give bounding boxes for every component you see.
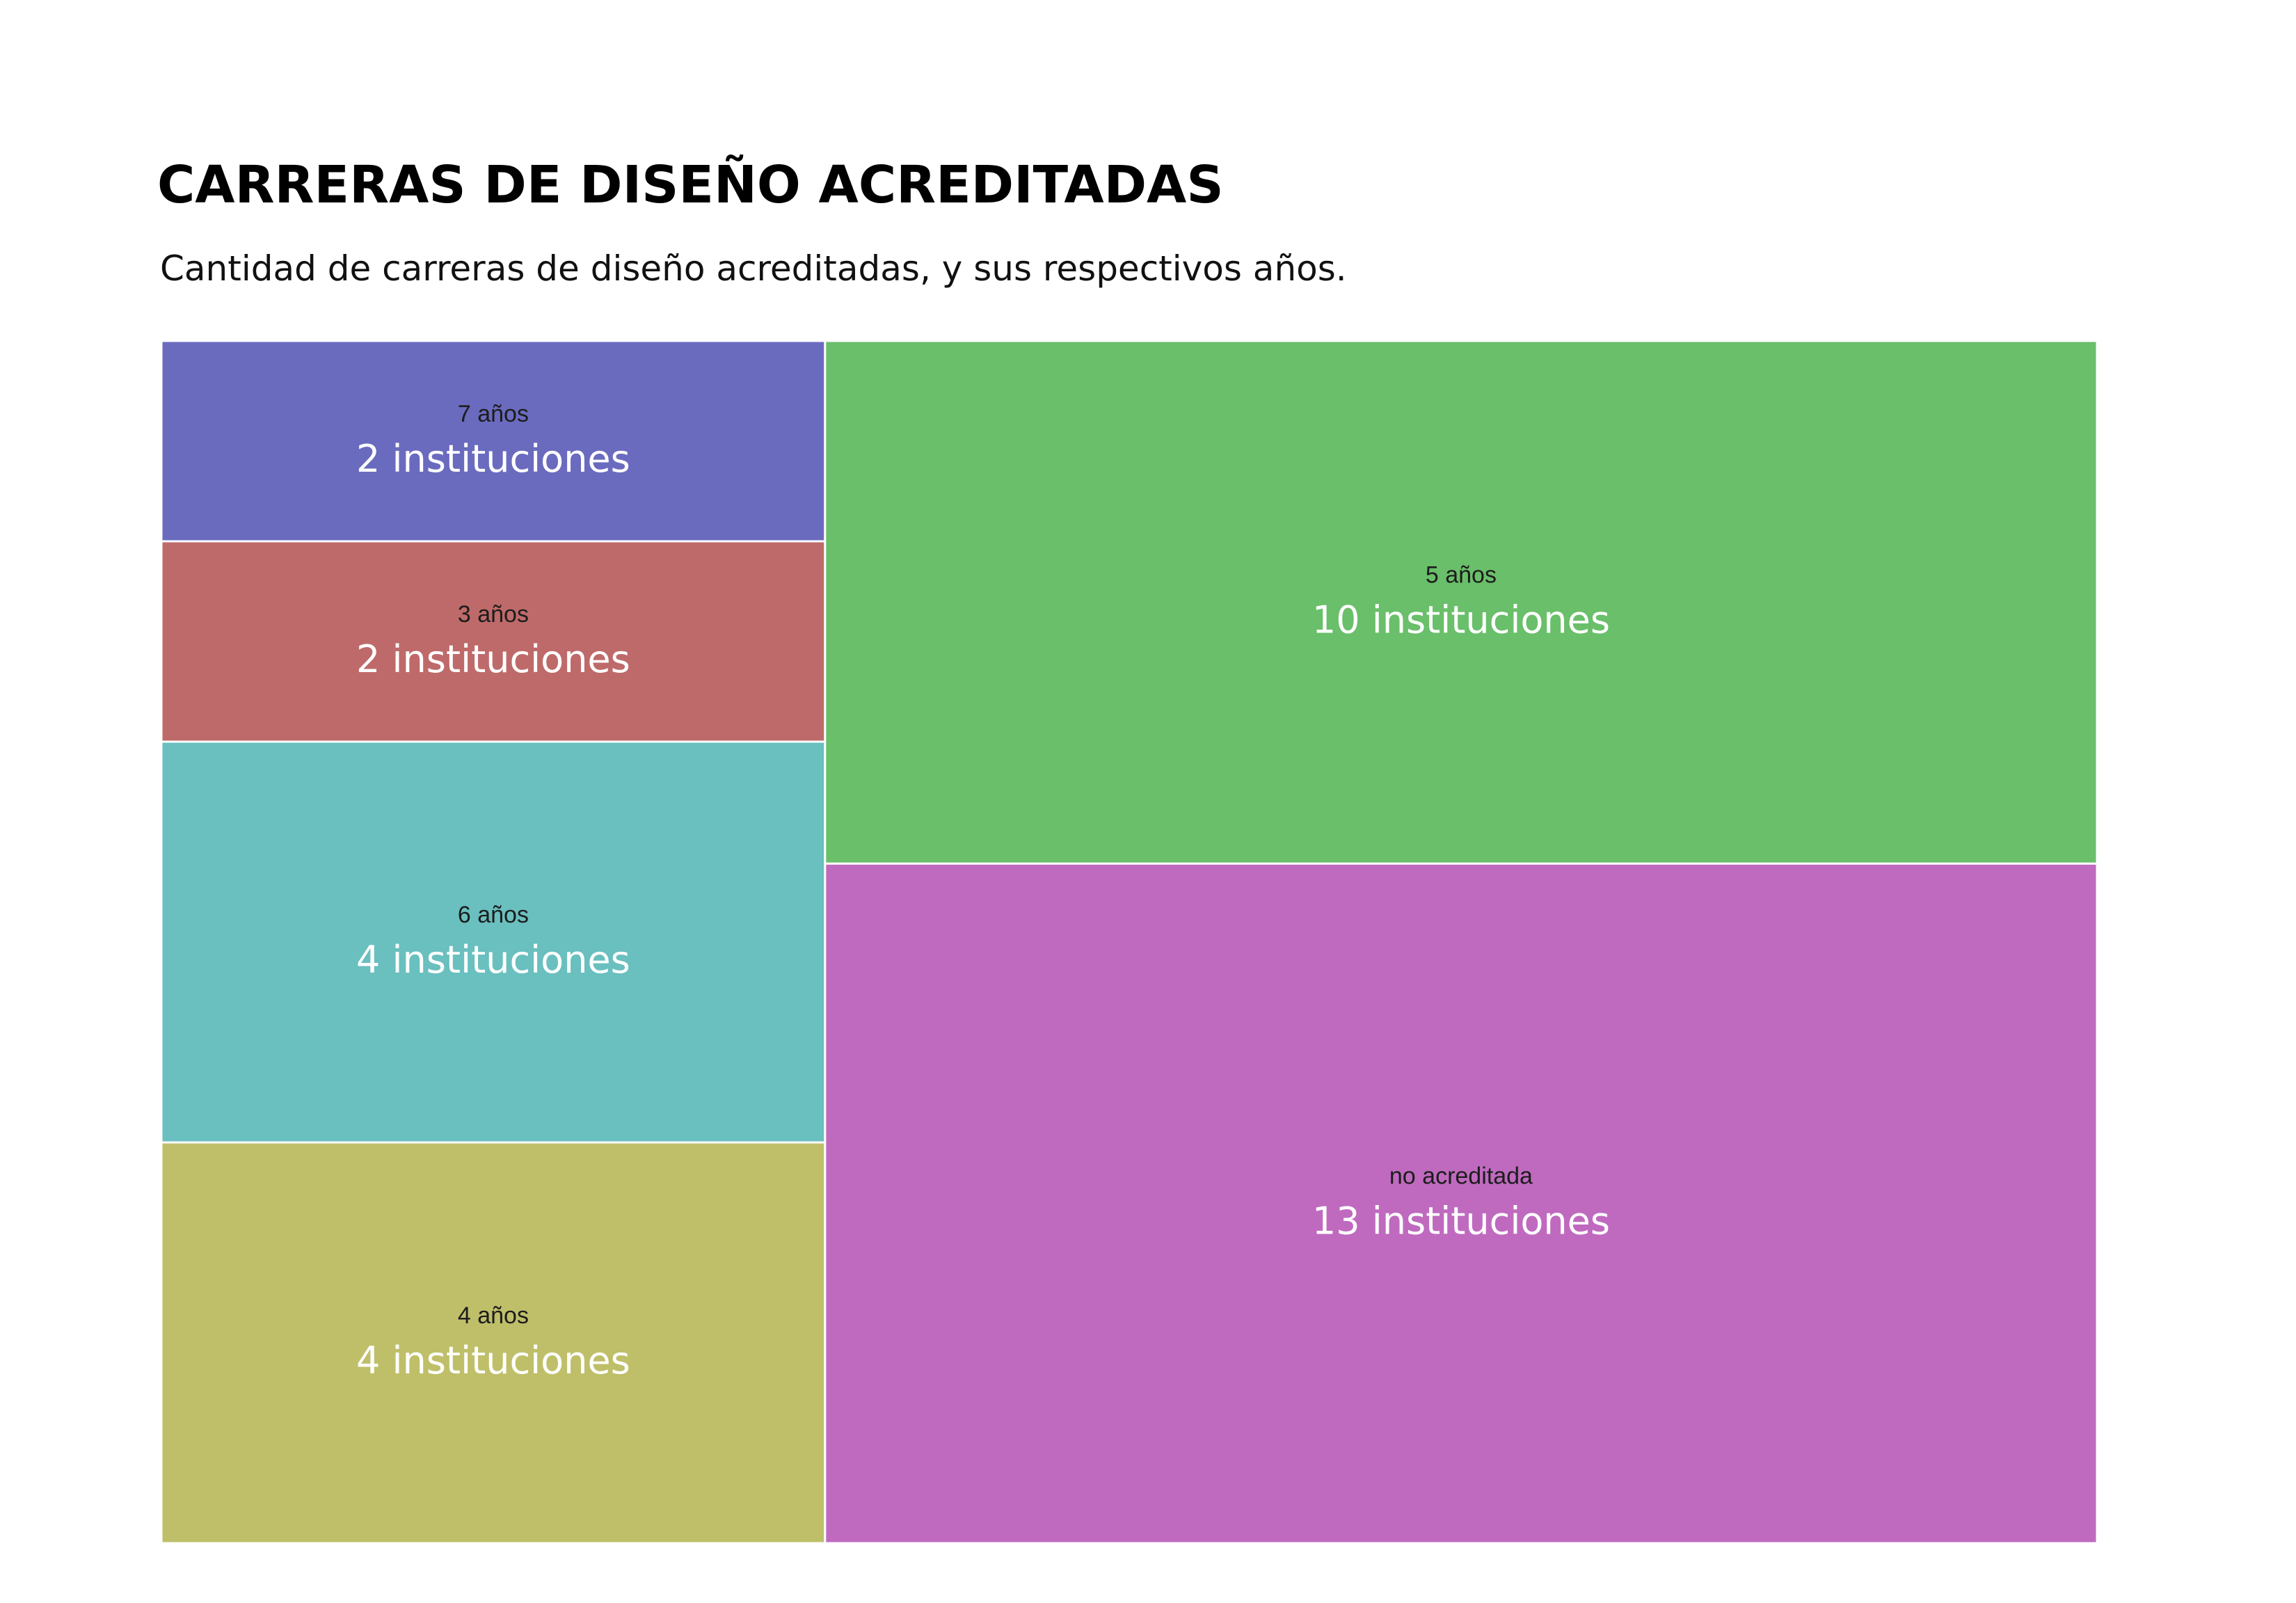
- treemap-category-label: 6 años: [458, 902, 529, 928]
- treemap-cell-6-anos: 6 años 4 instituciones: [160, 740, 827, 1144]
- treemap-cell-5-anos: 5 años 10 instituciones: [824, 340, 2098, 865]
- treemap-value-label: 4 instituciones: [356, 1339, 630, 1382]
- treemap-category-label: 7 años: [458, 401, 529, 427]
- treemap-category-label: 5 años: [1426, 562, 1497, 589]
- treemap-chart: 7 años 2 instituciones 3 años 2 institucion…: [0, 0, 2296, 1603]
- treemap-value-label: 10 instituciones: [1312, 598, 1610, 642]
- treemap-category-label: no acreditada: [1389, 1163, 1533, 1190]
- treemap-category-label: 3 años: [458, 601, 529, 628]
- treemap-value-label: 13 instituciones: [1312, 1199, 1610, 1243]
- treemap-category-label: 4 años: [458, 1302, 529, 1329]
- treemap-cell-no-acreditada: no acreditada 13 instituciones: [824, 862, 2098, 1545]
- treemap-cell-7-anos: 7 años 2 instituciones: [160, 340, 827, 543]
- treemap-value-label: 2 instituciones: [356, 637, 630, 681]
- treemap-cell-4-anos: 4 años 4 instituciones: [160, 1141, 827, 1545]
- treemap-value-label: 2 instituciones: [356, 437, 630, 481]
- treemap-cell-3-anos: 3 años 2 instituciones: [160, 540, 827, 743]
- treemap-value-label: 4 instituciones: [356, 938, 630, 982]
